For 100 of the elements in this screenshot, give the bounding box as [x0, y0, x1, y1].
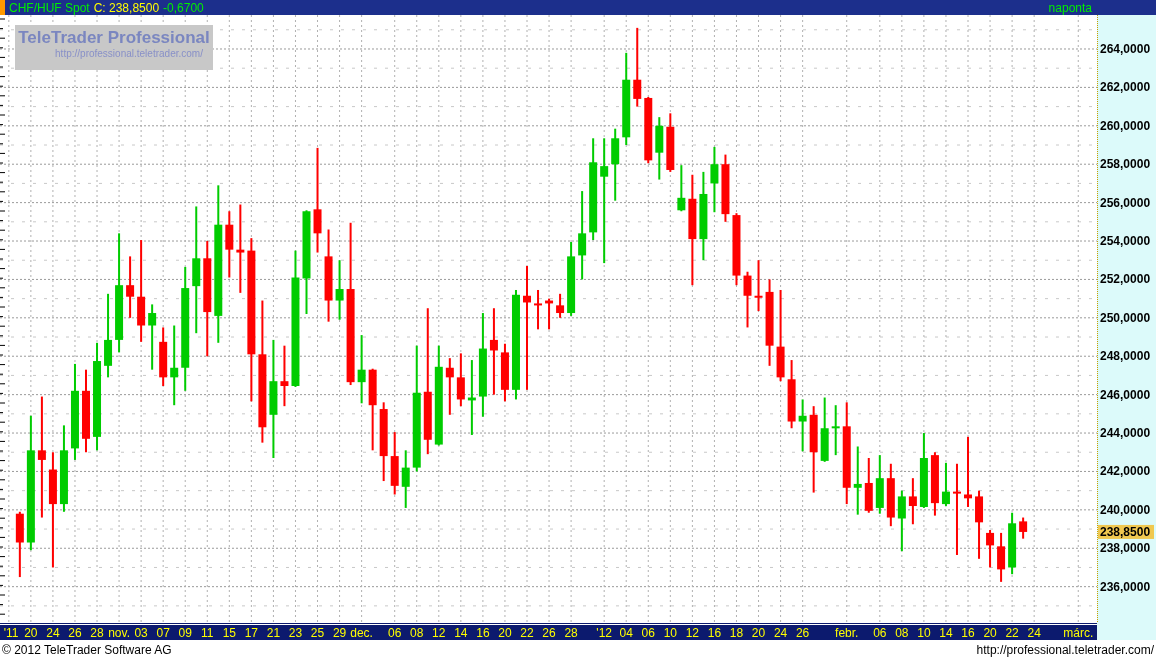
- candlestick: [445, 358, 454, 415]
- axis-label: 06: [641, 626, 655, 640]
- axis-label: 258,0000: [1100, 157, 1151, 172]
- candlestick: [225, 211, 234, 278]
- last-price-label: 238,8500: [1098, 524, 1154, 539]
- axis-label: 242,0000: [1100, 464, 1151, 479]
- axis-label: 04: [619, 626, 633, 640]
- axis-label: 11: [201, 626, 214, 640]
- axis-label: 06: [388, 626, 402, 640]
- candlestick: [897, 490, 906, 552]
- candlestick: [357, 335, 366, 404]
- marker-icon: [0, 0, 5, 15]
- axis-label: 18: [729, 626, 744, 640]
- candlestick: [1008, 512, 1017, 575]
- candlestick: [787, 360, 796, 429]
- candlestick: [534, 290, 543, 330]
- candlestick: [875, 455, 884, 514]
- axis-label: dec.: [350, 626, 373, 640]
- copyright-text: © 2012 TeleTrader Software AG: [2, 641, 172, 659]
- axis-label: 14: [939, 626, 953, 640]
- axis-label: 24: [1027, 626, 1041, 640]
- axis-label: 22: [520, 626, 534, 640]
- candlestick: [886, 463, 895, 527]
- axis-label: 16: [707, 626, 722, 640]
- axis-label: nov.: [108, 626, 130, 640]
- axis-label: 10: [917, 626, 931, 640]
- candlestick: [556, 293, 565, 318]
- candlestick: [500, 343, 509, 402]
- axis-label: 21: [266, 626, 281, 640]
- logo-url: http://professional.teletrader.com/: [55, 48, 203, 60]
- candlestick: [148, 304, 157, 370]
- axis-label: 06: [873, 626, 887, 640]
- axis-label: 20: [751, 626, 766, 640]
- axis-label: 262,0000: [1100, 80, 1151, 95]
- axis-label: 254,0000: [1100, 234, 1151, 248]
- axis-label: 14: [454, 626, 468, 640]
- logo-title: TeleTrader Professional: [18, 28, 210, 48]
- candlestick: [677, 165, 686, 212]
- axis-label: 25: [310, 626, 325, 640]
- axis-label: '12: [596, 626, 612, 640]
- axis-label: 28: [564, 626, 578, 640]
- candlestick: [798, 399, 807, 452]
- candlestick: [743, 271, 752, 328]
- axis-label: 17: [244, 626, 259, 640]
- candlestick: [964, 436, 972, 507]
- candlestick: [644, 97, 653, 164]
- axis-label: 244,0000: [1100, 426, 1151, 441]
- candlestick: [401, 450, 410, 508]
- axis-label: 10: [663, 626, 677, 640]
- axis-label: 24: [773, 626, 788, 640]
- candlestick: [853, 446, 862, 515]
- axis-label: 03: [134, 626, 148, 640]
- symbol-name: CHF/HUF Spot: [9, 1, 90, 14]
- axis-label: 12: [432, 626, 446, 640]
- candlestick: [721, 154, 730, 222]
- candlestick: [126, 256, 135, 318]
- axis-label: 26: [542, 626, 556, 640]
- candlestick: [941, 462, 950, 506]
- price-change: -0,6700: [163, 1, 204, 14]
- website-url: http://professional.teletrader.com/: [976, 641, 1154, 659]
- axis-label: 22: [1005, 626, 1019, 640]
- axis-label: márc.: [1063, 626, 1094, 640]
- axis-label: 20: [498, 626, 512, 640]
- candlestick: [1019, 517, 1028, 539]
- candlestick: [754, 260, 763, 312]
- candlestick: [986, 530, 995, 568]
- candlestick: [831, 405, 840, 456]
- candlestick: [390, 432, 399, 495]
- axis-label: 240,0000: [1100, 502, 1151, 517]
- axis-label: '11: [3, 626, 19, 640]
- axis-label: 26: [68, 626, 82, 640]
- axis-label: 24: [46, 626, 60, 640]
- axis-label: 252,0000: [1100, 272, 1151, 287]
- axis-label: 12: [685, 626, 700, 640]
- axis-label: 15: [222, 626, 236, 640]
- period-label: naponta: [1048, 1, 1092, 14]
- axis-label: 26: [795, 626, 810, 640]
- axis-label: 28: [90, 626, 104, 640]
- candlestick: [710, 146, 719, 213]
- axis-label: 08: [410, 626, 424, 640]
- candlestick: [975, 490, 984, 559]
- axis-label: 248,0000: [1100, 349, 1151, 364]
- candlestick: [666, 113, 675, 172]
- axis-label: 260,0000: [1100, 118, 1151, 133]
- candlestick: [864, 458, 873, 513]
- candlestick: [280, 345, 289, 407]
- axis-label: 16: [476, 626, 490, 640]
- close-price: C: 238,8500: [93, 1, 160, 14]
- candlestick: [15, 511, 24, 578]
- candlestick: [545, 298, 554, 330]
- candlestick: [335, 260, 344, 320]
- axis-label: 20: [24, 626, 38, 640]
- candlestick: [159, 327, 168, 386]
- candlestick: [930, 452, 939, 516]
- candlestick: [456, 353, 465, 407]
- axis-label: 250,0000: [1100, 310, 1151, 325]
- axis-label: 236,0000: [1100, 579, 1151, 594]
- axis-label: febr.: [835, 626, 859, 640]
- axis-label: 29: [332, 626, 347, 640]
- axis-label: 23: [288, 626, 303, 640]
